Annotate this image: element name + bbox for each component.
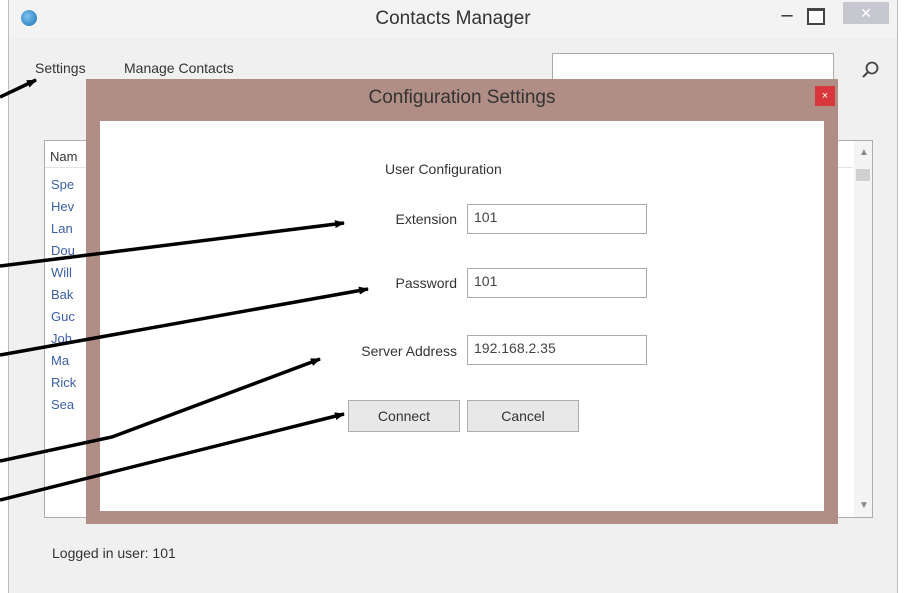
list-item[interactable]: Joh bbox=[51, 331, 72, 346]
list-item[interactable]: Rick bbox=[51, 375, 76, 390]
connect-button[interactable]: Connect bbox=[348, 400, 460, 432]
extension-label: Extension bbox=[395, 211, 457, 227]
menu-manage-contacts[interactable]: Manage Contacts bbox=[124, 60, 234, 76]
list-item[interactable]: Sea bbox=[51, 397, 74, 412]
menu-settings[interactable]: Settings bbox=[35, 60, 86, 76]
server-address-label: Server Address bbox=[361, 343, 457, 359]
list-item[interactable]: Will bbox=[51, 265, 72, 280]
configuration-settings-dialog: Configuration Settings × User Configurat… bbox=[86, 79, 838, 524]
list-item[interactable]: Hev bbox=[51, 199, 74, 214]
password-field[interactable]: 101 bbox=[467, 268, 647, 298]
title-bar[interactable]: Contacts Manager – ✕ bbox=[9, 0, 897, 38]
scroll-up-icon[interactable]: ▲ bbox=[859, 147, 869, 158]
scroll-thumb[interactable] bbox=[856, 169, 870, 181]
dialog-title: Configuration Settings bbox=[368, 87, 556, 108]
cancel-button[interactable]: Cancel bbox=[467, 400, 579, 432]
list-item[interactable]: Ma bbox=[51, 353, 69, 368]
window-close-button[interactable]: ✕ bbox=[843, 2, 889, 24]
maximize-button[interactable] bbox=[807, 8, 825, 25]
section-title: User Configuration bbox=[385, 161, 502, 177]
list-item[interactable]: Lan bbox=[51, 221, 73, 236]
list-item[interactable]: Spe bbox=[51, 177, 74, 192]
list-scrollbar[interactable]: ▲ ▼ bbox=[854, 141, 872, 517]
column-name-header[interactable]: Nam bbox=[50, 149, 77, 164]
list-item[interactable]: Bak bbox=[51, 287, 73, 302]
scroll-down-icon[interactable]: ▼ bbox=[859, 500, 869, 511]
status-logged-in-user: Logged in user: 101 bbox=[52, 545, 176, 561]
search-icon[interactable] bbox=[861, 60, 881, 80]
window-title: Contacts Manager bbox=[375, 8, 531, 29]
extension-field[interactable]: 101 bbox=[467, 204, 647, 234]
list-item[interactable]: Guc bbox=[51, 309, 75, 324]
list-item[interactable]: Dou bbox=[51, 243, 75, 258]
minimize-button[interactable]: – bbox=[777, 5, 797, 26]
server-address-field[interactable]: 192.168.2.35 bbox=[467, 335, 647, 365]
dialog-close-button[interactable]: × bbox=[815, 86, 835, 106]
password-label: Password bbox=[395, 275, 457, 291]
dialog-body: User Configuration Extension 101 Passwor… bbox=[100, 121, 824, 511]
